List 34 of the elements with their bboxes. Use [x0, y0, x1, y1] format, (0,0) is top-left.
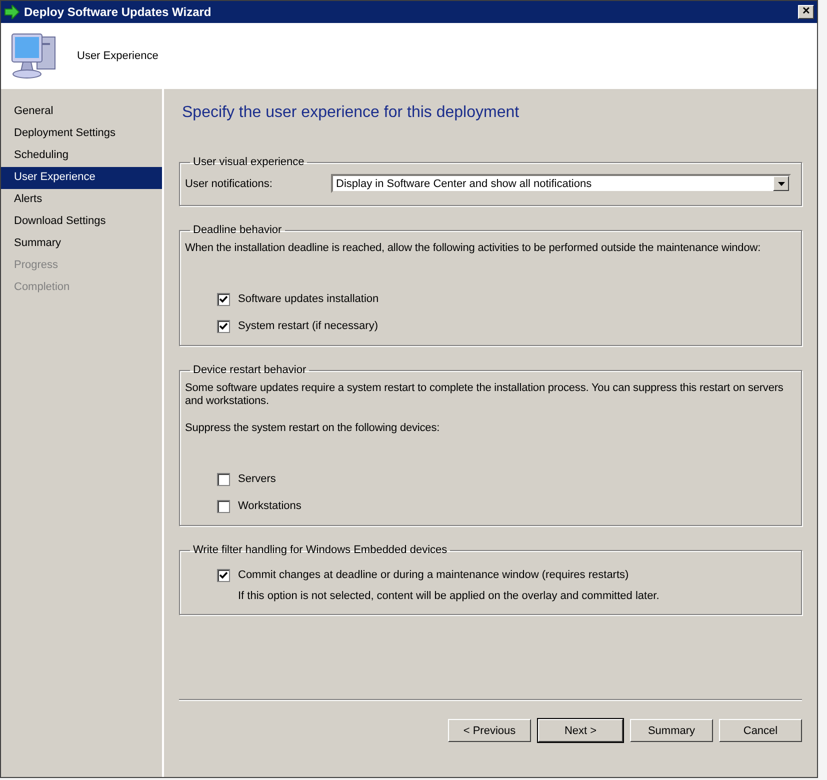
note-text: If this option is not selected, content will be applied on the overlay and committed later. — [238, 590, 660, 602]
description-text: Suppress the system restart on the following devices: — [185, 422, 441, 435]
group-legend: Deadline behavior — [190, 224, 285, 236]
notifications-dropdown[interactable]: Display in Software Center and show all notifications — [331, 174, 791, 193]
close-button[interactable]: ✕ — [798, 5, 814, 19]
sidebar-item[interactable]: Scheduling — [1, 145, 162, 167]
wizard-button[interactable]: Cancel — [719, 719, 802, 742]
checkbox[interactable]: Servers — [217, 472, 796, 486]
window-title: Deploy Software Updates Wizard — [24, 5, 212, 19]
wizard-button[interactable]: Next > — [538, 719, 623, 742]
checkmark-icon — [219, 570, 228, 580]
header-title: User Experience — [77, 50, 158, 62]
field-label: User notifications: — [185, 178, 274, 190]
sidebar-item[interactable]: User Experience — [1, 167, 162, 189]
wizard-button[interactable]: Summary — [630, 719, 713, 742]
checkbox[interactable]: System restart (if necessary) — [217, 319, 796, 333]
checkbox[interactable]: Commit changes at deadline or during a maintenance window (requires restarts) — [217, 568, 796, 582]
description-text: When the installation deadline is reached, allow the following activities to be performed outside the maintenance window: — [185, 242, 762, 255]
group-legend: Device restart behavior — [190, 364, 310, 376]
group-legend: User visual experience — [190, 156, 308, 168]
sidebar-item[interactable]: Alerts — [1, 189, 162, 211]
description-text: Some software updates require a system restart to complete the installation process. You can suppress this restart on servers and workstations. — [185, 382, 784, 408]
checkbox[interactable]: Workstations — [217, 499, 796, 513]
sidebar-item[interactable]: Deployment Settings — [1, 123, 162, 145]
wizard-button[interactable]: < Previous — [448, 719, 531, 742]
checkmark-icon — [219, 294, 228, 304]
sidebar-item[interactable]: Summary — [1, 233, 162, 255]
checkmark-icon — [219, 322, 228, 330]
arrow-icon — [4, 5, 20, 19]
group-legend: Write filter handling for Windows Embedded devices — [190, 544, 450, 556]
sidebar-item[interactable]: General — [1, 101, 162, 123]
page-heading: Specify the user experience for this deployment — [182, 104, 520, 123]
checkbox[interactable]: Software updates installation — [217, 292, 796, 306]
sidebar-item[interactable]: Download Settings — [1, 211, 162, 233]
